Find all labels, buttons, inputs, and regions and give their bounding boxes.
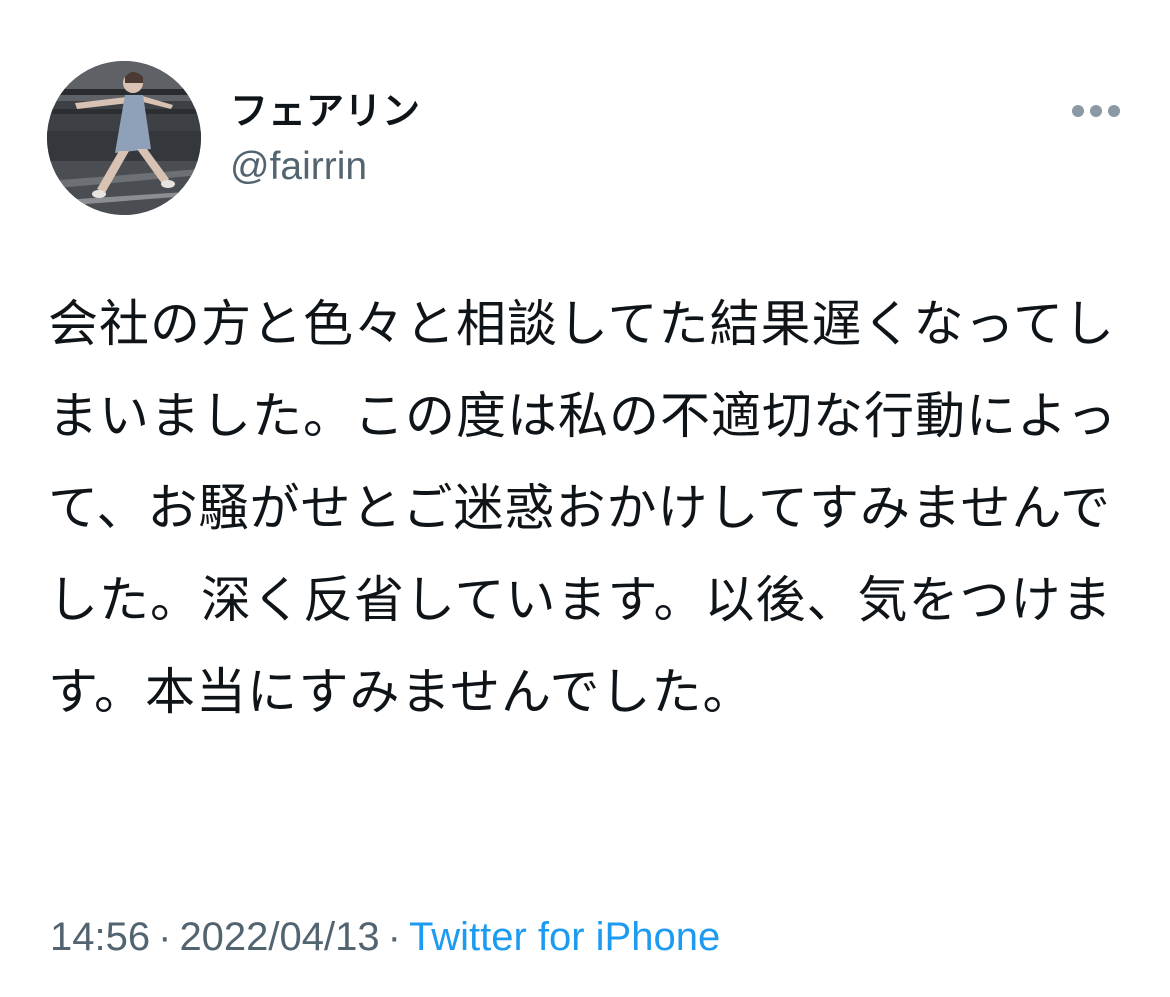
display-name[interactable]: フェアリン (230, 86, 420, 136)
meta-separator: · (387, 915, 401, 959)
tweet-time[interactable]: 14:56 (50, 915, 150, 959)
user-handle[interactable]: @fairrin (230, 143, 367, 191)
meta-separator: · (158, 915, 172, 959)
more-options-button[interactable] (1068, 96, 1124, 126)
tweet: フェアリン @fairrin 会社の方と色々と相談してた結果遅くなってしまいまし… (0, 0, 1170, 997)
more-horizontal-icon (1072, 105, 1120, 117)
tweet-date[interactable]: 2022/04/13 (179, 915, 379, 959)
tweet-text: 会社の方と色々と相談してた結果遅くなってしまいました。この度は私の不適切な行動に… (48, 295, 1118, 721)
tweet-source-link[interactable]: Twitter for iPhone (409, 915, 720, 959)
avatar[interactable] (47, 61, 201, 215)
tweet-meta: 14:56 · 2022/04/13 · Twitter for iPhone (50, 910, 720, 964)
avatar-photo (47, 61, 201, 215)
